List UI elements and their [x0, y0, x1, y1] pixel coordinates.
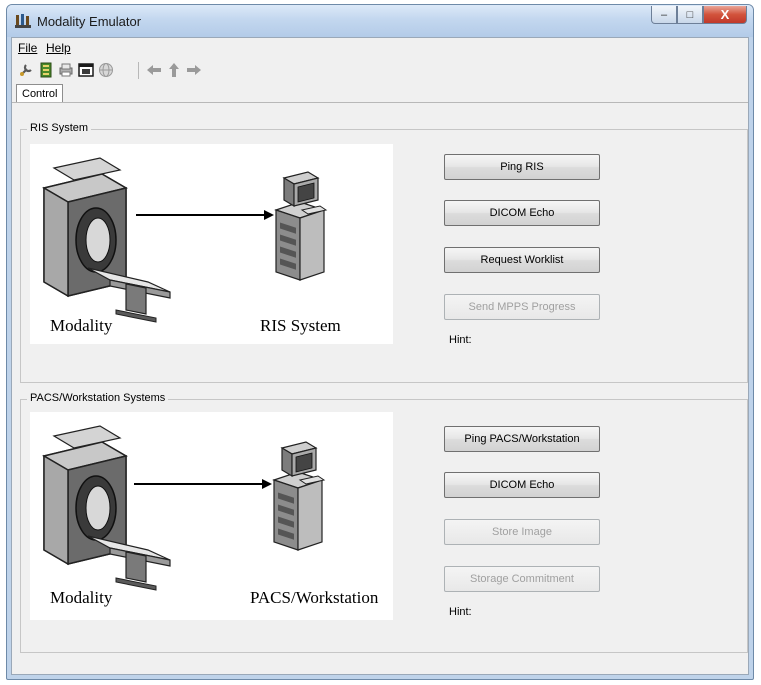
close-button[interactable]: X [703, 6, 747, 24]
globe-icon[interactable] [98, 62, 114, 78]
forward-arrow-icon[interactable] [186, 62, 202, 78]
pacs-hint: Hint: [449, 606, 472, 618]
app-icon [15, 14, 31, 28]
printer-icon[interactable] [58, 62, 74, 78]
pacs-workstation-group: PACS/Workstation Systems Modality PACS/W… [20, 392, 748, 653]
ris-group-title: RIS System [27, 122, 92, 134]
ris-modality-label: Modality [50, 316, 113, 335]
menu-bar: File Help [12, 38, 748, 57]
menu-file[interactable]: File [18, 41, 37, 55]
pacs-diagram: Modality PACS/Workstation [30, 412, 393, 620]
pacs-system-label: PACS/Workstation [250, 588, 379, 607]
request-worklist-button[interactable]: Request Worklist [444, 247, 600, 273]
ris-diagram: Modality RIS System [30, 144, 393, 344]
app-window: Modality Emulator – □ X File Help Contro… [6, 4, 754, 680]
pacs-modality-label: Modality [50, 588, 113, 607]
ping-ris-button[interactable]: Ping RIS [444, 154, 600, 180]
pacs-dicom-echo-button[interactable]: DICOM Echo [444, 472, 600, 498]
window-title: Modality Emulator [37, 14, 142, 29]
back-arrow-icon[interactable] [146, 62, 162, 78]
ris-workstation-image [275, 171, 327, 281]
mri-scanner-image [43, 425, 171, 591]
menu-help[interactable]: Help [46, 41, 71, 55]
ris-hint: Hint: [449, 334, 472, 346]
up-arrow-icon[interactable] [166, 62, 182, 78]
window-icon[interactable] [78, 62, 94, 78]
store-image-button[interactable]: Store Image [444, 519, 600, 545]
ris-system-label: RIS System [260, 316, 341, 335]
tab-control[interactable]: Control [16, 84, 64, 103]
arrowhead [264, 210, 274, 220]
caption-buttons: – □ X [651, 6, 747, 26]
wrench-icon[interactable] [18, 62, 34, 78]
mri-scanner-image [43, 157, 171, 323]
toolbar-separator [138, 62, 139, 79]
send-mpps-progress-button[interactable]: Send MPPS Progress [444, 294, 600, 320]
pacs-workstation-image [273, 441, 325, 551]
minimize-button[interactable]: – [651, 6, 677, 24]
ris-diagram-art [43, 157, 327, 323]
title-bar[interactable]: Modality Emulator – □ X [7, 5, 753, 37]
toolbar [12, 58, 748, 82]
client-area: File Help Control RIS System Modality RI… [11, 37, 749, 675]
maximize-button[interactable]: □ [677, 6, 703, 24]
ping-pacs-button[interactable]: Ping PACS/Workstation [444, 426, 600, 452]
arrowhead [262, 479, 272, 489]
storage-commitment-button[interactable]: Storage Commitment [444, 566, 600, 592]
book-icon[interactable] [38, 62, 54, 78]
control-tab-panel: RIS System Modality RIS System Ping RIS … [12, 102, 748, 674]
ris-system-group: RIS System Modality RIS System Ping RIS … [20, 122, 748, 383]
pacs-group-title: PACS/Workstation Systems [27, 392, 169, 404]
ris-dicom-echo-button[interactable]: DICOM Echo [444, 200, 600, 226]
